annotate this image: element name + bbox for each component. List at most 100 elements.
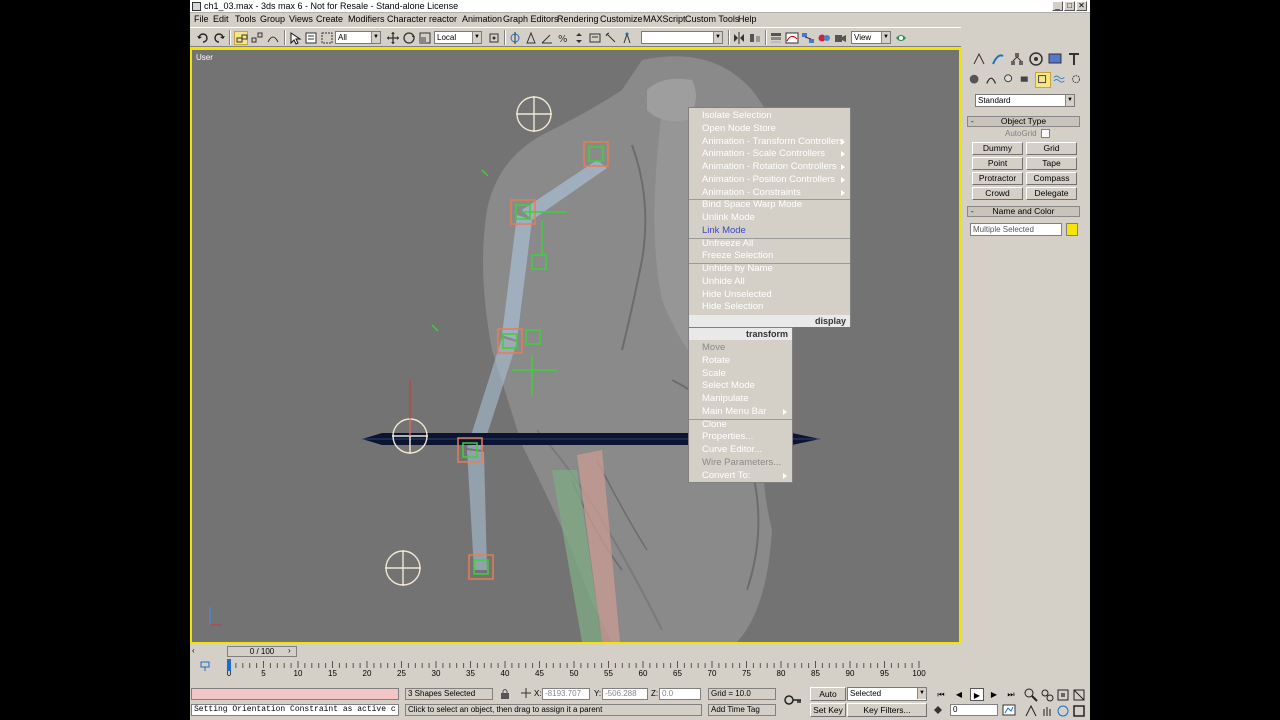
quad-item-wire-parameters[interactable]: Wire Parameters... [689, 457, 792, 470]
y-coordinate-field[interactable]: -506.288 [602, 688, 648, 700]
menu-file[interactable]: File [194, 14, 209, 24]
tape-button[interactable]: Tape [1026, 157, 1077, 170]
region-select-icon[interactable] [320, 31, 334, 45]
quad-item-convert-to[interactable]: Convert To: [689, 470, 792, 483]
x-coordinate-field[interactable]: -8193.707 [542, 688, 590, 700]
edit-named-selection-icon[interactable] [588, 31, 602, 45]
lights-category-icon[interactable] [1002, 73, 1018, 89]
quad-item-animation-rotation-controllers[interactable]: Animation - Rotation Controllers [689, 161, 850, 174]
quad-item-open-node-store[interactable]: Open Node Store [689, 123, 850, 136]
layer-manager-icon[interactable] [769, 31, 783, 45]
key-mode-toggle-icon[interactable] [932, 704, 944, 716]
utilities-tab-icon[interactable] [1066, 51, 1082, 67]
select-object-icon[interactable] [288, 31, 302, 45]
crowd-button[interactable]: Crowd [972, 187, 1023, 200]
named-selection-sets-dropdown[interactable]: ▼ [641, 31, 723, 44]
quad-item-curve-editor[interactable]: Curve Editor... [689, 444, 792, 457]
quad-item-manipulate[interactable]: Manipulate [689, 393, 792, 406]
motion-tab-icon[interactable] [1028, 51, 1044, 67]
menu-animation[interactable]: Animation [462, 14, 502, 24]
undo-icon[interactable] [196, 31, 210, 45]
systems-category-icon[interactable] [1070, 73, 1086, 89]
pan-icon[interactable] [1040, 704, 1054, 718]
quad-item-bind-space-warp-mode[interactable]: Bind Space Warp Mode [689, 199, 850, 212]
menu-maxscript[interactable]: MAXScript [643, 14, 686, 24]
quad-item-move[interactable]: Move [689, 342, 792, 355]
key-mode-dropdown[interactable]: Selected ▼ [847, 687, 927, 701]
quad-item-unfreeze-all[interactable]: Unfreeze All [689, 238, 850, 251]
pivot-center-icon[interactable] [487, 31, 501, 45]
quad-item-rotate[interactable]: Rotate [689, 355, 792, 368]
menu-character[interactable]: Character [387, 14, 427, 24]
delegate-button[interactable]: Delegate [1026, 187, 1077, 200]
time-slider-thumb[interactable]: 0 / 100 [227, 646, 297, 657]
quad-item-unhide-all[interactable]: Unhide All [689, 276, 850, 289]
object-type-rollout-header[interactable]: - Object Type [967, 116, 1080, 127]
menu-views[interactable]: Views [289, 14, 313, 24]
snaps-toggle-icon[interactable] [524, 31, 538, 45]
select-and-move-icon[interactable] [386, 31, 400, 45]
create-tab-icon[interactable] [971, 51, 987, 67]
percent-snap-icon[interactable]: % [556, 31, 570, 45]
autogrid-checkbox[interactable] [1041, 129, 1050, 138]
modify-tab-icon[interactable] [990, 51, 1006, 67]
spinner-snap-icon[interactable] [572, 31, 586, 45]
arc-rotate-icon[interactable] [1056, 704, 1070, 718]
point-button[interactable]: Point [972, 157, 1023, 170]
quad-item-animation-constraints[interactable]: Animation - Constraints [689, 187, 850, 200]
render-scene-icon[interactable] [833, 31, 847, 45]
absolute-mode-icon[interactable] [520, 687, 532, 699]
selection-filter-dropdown[interactable]: All ▼ [335, 31, 381, 44]
maximize-button[interactable]: □ [1064, 1, 1075, 11]
quad-item-animation-scale-controllers[interactable]: Animation - Scale Controllers [689, 148, 850, 161]
quad-item-unlink-mode[interactable]: Unlink Mode [689, 212, 850, 225]
protractor-button[interactable]: Protractor [972, 172, 1023, 185]
zoom-extents-icon[interactable] [1056, 688, 1070, 702]
select-by-name-icon[interactable] [304, 31, 318, 45]
select-and-rotate-icon[interactable] [402, 31, 416, 45]
geometry-category-icon[interactable] [968, 73, 984, 89]
set-key-button[interactable]: Set Key [810, 703, 846, 717]
menu-group[interactable]: Group [260, 14, 285, 24]
quad-item-freeze-selection[interactable]: Freeze Selection [689, 250, 850, 263]
maxscript-listener-field[interactable] [191, 688, 399, 700]
quad-item-properties[interactable]: Properties... [689, 431, 792, 444]
quad-item-clone[interactable]: Clone [689, 419, 792, 432]
menu-custom-tools[interactable]: Custom Tools [685, 14, 739, 24]
time-configuration-icon[interactable] [1002, 704, 1016, 716]
z-coordinate-field[interactable]: 0.0 [659, 688, 701, 700]
current-frame-field[interactable]: 0 [950, 704, 998, 716]
quad-item-animation-position-controllers[interactable]: Animation - Position Controllers [689, 174, 850, 187]
chevron-right-icon[interactable]: › [288, 646, 297, 657]
menu-customize[interactable]: Customize [600, 14, 643, 24]
name-and-color-rollout-header[interactable]: - Name and Color [967, 206, 1080, 217]
align-icon[interactable] [748, 31, 762, 45]
quad-item-main-menu-bar[interactable]: Main Menu Bar [689, 406, 792, 419]
quick-render-icon[interactable] [894, 31, 908, 45]
object-color-swatch[interactable] [1066, 223, 1078, 236]
menu-rendering[interactable]: Rendering [557, 14, 599, 24]
track-bar[interactable]: 0 5 10 15 20 25 30 35 40 45 50 55 60 65 70 75 80 85 90 95 10… [190, 658, 961, 680]
key-filters-button[interactable]: Key Filters... [847, 703, 927, 717]
dummy-button[interactable]: Dummy [972, 142, 1023, 155]
select-manipulate-icon[interactable] [508, 31, 522, 45]
key-icon[interactable] [784, 693, 802, 707]
go-to-start-icon[interactable]: ⏮ [934, 688, 948, 701]
quad-item-hide-selection[interactable]: Hide Selection [689, 301, 850, 314]
chevron-left-icon[interactable]: ‹ [192, 646, 201, 657]
object-name-field[interactable]: Multiple Selected [970, 223, 1062, 236]
space-warps-category-icon[interactable] [1053, 73, 1069, 89]
zoom-icon[interactable] [1024, 688, 1038, 702]
quad-item-animation-transform-controllers[interactable]: Animation - Transform Controllers [689, 136, 850, 149]
close-button[interactable]: ✕ [1076, 1, 1087, 11]
bind-to-space-warp-icon[interactable] [266, 31, 280, 45]
selection-lock-icon[interactable] [620, 31, 634, 45]
quad-item-unhide-by-name[interactable]: Unhide by Name [689, 263, 850, 276]
play-icon[interactable]: ▶ [970, 688, 984, 701]
menu-edit[interactable]: Edit [213, 14, 229, 24]
menu-create[interactable]: Create [316, 14, 343, 24]
angle-snap-icon[interactable] [540, 31, 554, 45]
redo-icon[interactable] [212, 31, 226, 45]
lock-icon[interactable] [499, 688, 511, 700]
schematic-view-icon[interactable] [801, 31, 815, 45]
